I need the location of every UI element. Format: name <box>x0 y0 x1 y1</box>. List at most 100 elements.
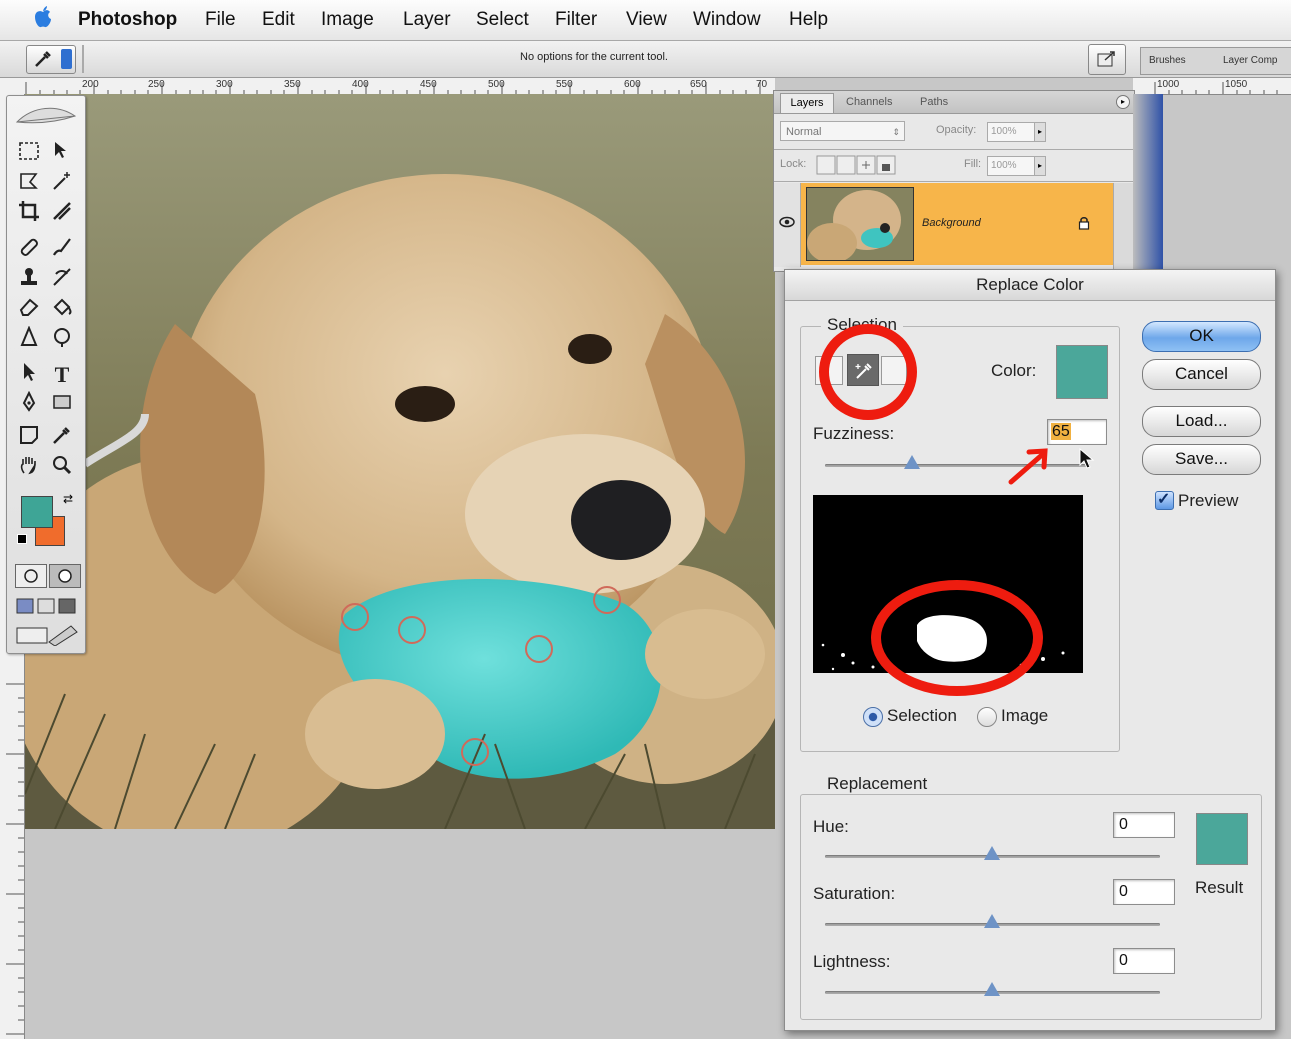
arrow-annotation-icon <box>1007 446 1051 491</box>
tab-layers[interactable]: Layers <box>780 93 834 113</box>
tab-brushes[interactable]: Brushes <box>1149 55 1186 66</box>
save-button[interactable]: Save... <box>1142 444 1261 475</box>
opacity-arrow-icon[interactable]: ▸ <box>1034 122 1046 142</box>
screen-mode-icons[interactable] <box>15 596 79 616</box>
slice-tool-icon[interactable] <box>47 200 77 228</box>
tab-channels[interactable]: Channels <box>846 96 892 108</box>
menu-app-name[interactable]: Photoshop <box>78 9 177 31</box>
hue-slider-thumb[interactable] <box>984 846 1000 860</box>
eye-icon <box>779 215 795 233</box>
selection-color-swatch[interactable] <box>1056 345 1108 399</box>
menu-image[interactable]: Image <box>321 9 374 31</box>
hue-field[interactable]: 0 <box>1113 812 1175 838</box>
type-tool-icon[interactable]: T <box>47 361 77 389</box>
radio-image[interactable] <box>977 707 997 727</box>
file-browser-button[interactable] <box>1088 44 1126 75</box>
palette-menu-icon[interactable]: ▸ <box>1116 95 1130 109</box>
menu-help[interactable]: Help <box>789 9 828 31</box>
checkmark-icon: ✓ <box>1157 491 1171 508</box>
ruler-label: 250 <box>148 79 165 90</box>
hand-tool-icon[interactable] <box>14 454 44 482</box>
blend-mode-select[interactable]: Normal ⇕ <box>780 121 905 141</box>
menu-select[interactable]: Select <box>476 9 529 31</box>
eyedropper-tool-icon[interactable] <box>47 424 77 452</box>
menu-bar: Photoshop File Edit Image Layer Select F… <box>0 0 1291 41</box>
path-selection-icon[interactable] <box>14 361 44 389</box>
default-colors-icon[interactable] <box>17 534 27 544</box>
blend-mode-value: Normal <box>786 126 822 138</box>
ruler-label: 70 <box>756 79 768 90</box>
menu-edit[interactable]: Edit <box>262 9 295 31</box>
lightness-label: Lightness: <box>813 952 891 971</box>
move-tool-icon[interactable] <box>47 140 77 168</box>
jump-to-imageready-icon[interactable] <box>15 624 79 647</box>
fuzziness-slider-thumb[interactable] <box>904 455 921 469</box>
lock-buttons[interactable] <box>816 155 898 175</box>
ruler-label: 650 <box>690 79 707 90</box>
shape-tool-icon[interactable] <box>47 391 77 419</box>
blur-tool-icon[interactable] <box>14 325 44 354</box>
feather-icon[interactable] <box>13 102 79 132</box>
crop-tool-icon[interactable] <box>14 200 44 228</box>
swap-colors-icon[interactable]: ⇄ <box>63 492 73 506</box>
brush-tool-icon[interactable] <box>47 236 77 264</box>
dodge-tool-icon[interactable] <box>47 326 77 354</box>
document-canvas[interactable] <box>25 94 775 829</box>
menu-window[interactable]: Window <box>693 9 761 31</box>
radio-selection[interactable] <box>863 707 883 727</box>
tool-preset-picker[interactable] <box>26 45 76 74</box>
replacement-group-label: Replacement <box>821 774 934 794</box>
pen-tool-icon[interactable] <box>14 390 44 419</box>
color-label: Color: <box>991 361 1037 380</box>
horizontal-ruler-right: 1000 1050 <box>1133 78 1291 95</box>
layers-scrollbar[interactable] <box>1113 183 1134 271</box>
history-brush-icon[interactable] <box>47 266 77 294</box>
preview-checkbox[interactable]: ✓ <box>1155 491 1174 510</box>
layer-visibility[interactable] <box>774 183 801 267</box>
horizontal-ruler: 200 250 300 350 400 450 500 550 600 650 … <box>0 78 775 95</box>
opacity-field[interactable]: 100% <box>987 122 1037 142</box>
tab-layer-comps[interactable]: Layer Comp <box>1223 55 1277 66</box>
marquee-tool-icon[interactable] <box>14 140 44 168</box>
fuzziness-field[interactable]: 65 <box>1047 419 1107 445</box>
lasso-tool-icon[interactable] <box>14 170 44 198</box>
saturation-slider-thumb[interactable] <box>984 914 1000 928</box>
menu-file[interactable]: File <box>205 9 236 31</box>
ruler-label: 400 <box>352 79 369 90</box>
fill-field[interactable]: 100% <box>987 156 1037 176</box>
result-color-swatch <box>1196 813 1248 865</box>
magic-wand-icon[interactable] <box>47 170 77 198</box>
zoom-tool-icon[interactable] <box>47 454 77 482</box>
menu-layer[interactable]: Layer <box>403 9 451 31</box>
eraser-tool-icon[interactable] <box>14 296 44 324</box>
fill-arrow-icon[interactable]: ▸ <box>1034 156 1046 176</box>
menu-view[interactable]: View <box>626 9 667 31</box>
menu-filter[interactable]: Filter <box>555 9 597 31</box>
layer-row-background[interactable]: Background <box>801 183 1113 265</box>
cursor-icon <box>1079 447 1095 475</box>
ruler-label: 200 <box>82 79 99 90</box>
clone-stamp-icon[interactable] <box>14 266 44 294</box>
notes-tool-icon[interactable] <box>14 424 44 452</box>
saturation-label: Saturation: <box>813 884 896 903</box>
standard-mode-icon[interactable] <box>15 564 47 588</box>
quick-mask-icon[interactable] <box>49 564 81 588</box>
saturation-field[interactable]: 0 <box>1113 879 1175 905</box>
cancel-button[interactable]: Cancel <box>1142 359 1261 390</box>
apple-icon[interactable] <box>34 6 52 34</box>
eyedropper-icon <box>33 49 53 74</box>
healing-brush-icon[interactable] <box>14 236 44 264</box>
paint-bucket-icon[interactable] <box>47 296 77 324</box>
toolbox: T ⇄ <box>6 95 86 654</box>
replacement-group <box>800 794 1262 1020</box>
fuzziness-value: 65 <box>1051 423 1071 440</box>
lightness-field[interactable]: 0 <box>1113 948 1175 974</box>
options-message: No options for the current tool. <box>520 51 668 63</box>
load-button[interactable]: Load... <box>1142 406 1261 437</box>
radio-selection-label: Selection <box>887 706 957 725</box>
hue-label: Hue: <box>813 817 849 836</box>
tab-paths[interactable]: Paths <box>920 96 948 108</box>
lightness-slider-thumb[interactable] <box>984 982 1000 996</box>
ok-button[interactable]: OK <box>1142 321 1261 352</box>
foreground-color-swatch[interactable] <box>21 496 53 528</box>
